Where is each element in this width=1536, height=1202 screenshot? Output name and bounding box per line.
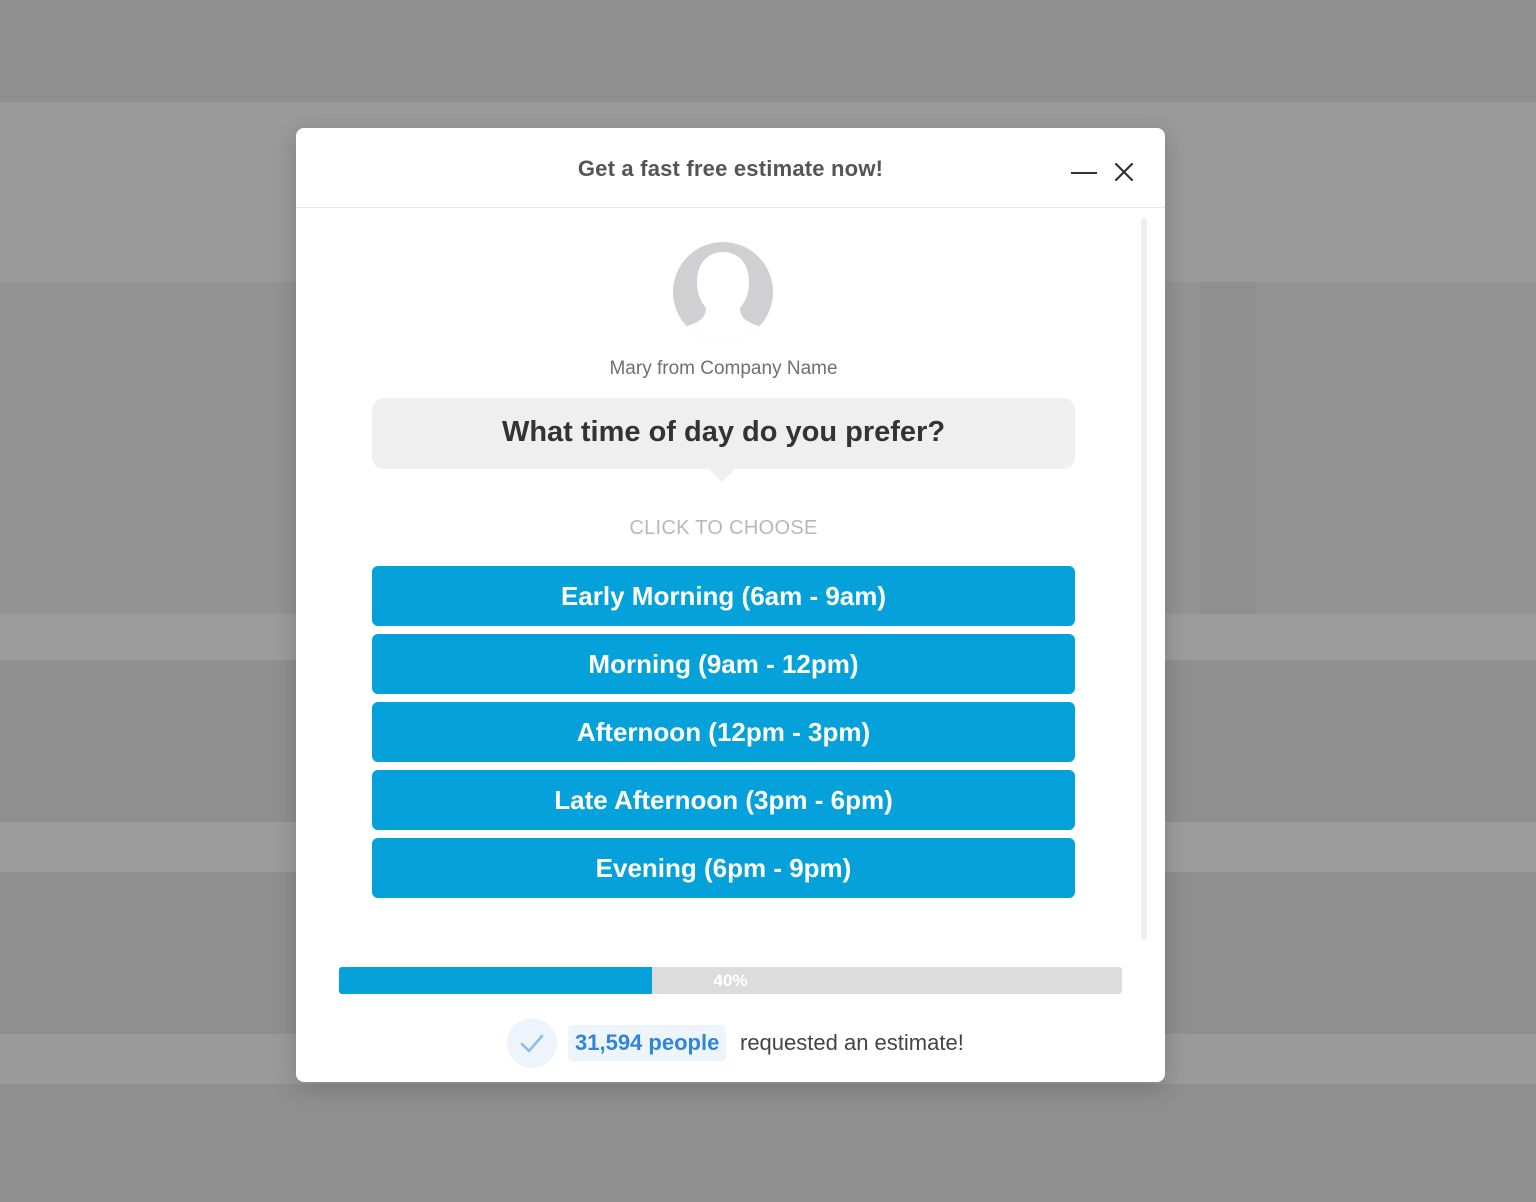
modal-header: Get a fast free estimate now!	[296, 128, 1165, 208]
user-silhouette-icon	[673, 242, 773, 342]
progress-bar: 40%	[339, 967, 1122, 994]
background-page-block	[1256, 282, 1536, 614]
option-list: Early Morning (6am - 9am) Morning (9am -…	[372, 566, 1075, 906]
request-count: 31,594 people	[568, 1025, 727, 1061]
modal-title: Get a fast free estimate now!	[577, 156, 884, 181]
agent-name: Mary from Company Name	[609, 358, 838, 379]
option-afternoon-button[interactable]: Afternoon (12pm - 3pm)	[372, 702, 1075, 762]
question-text: What time of day do you prefer?	[501, 416, 946, 448]
estimate-modal: Get a fast free estimate now! Mary from …	[296, 128, 1165, 1082]
bubble-tail	[708, 468, 736, 482]
minimize-icon[interactable]	[1071, 172, 1097, 174]
option-early-morning-button[interactable]: Early Morning (6am - 9am)	[372, 566, 1075, 626]
request-message: requested an estimate!	[740, 1030, 964, 1055]
choose-label: CLICK TO CHOOSE	[629, 517, 818, 539]
close-icon[interactable]	[1112, 160, 1136, 184]
progress-label: 40%	[713, 971, 748, 990]
checkmark-icon	[507, 1018, 557, 1068]
option-evening-button[interactable]: Evening (6pm - 9pm)	[372, 838, 1075, 898]
scrollbar[interactable]	[1141, 218, 1147, 940]
option-late-afternoon-button[interactable]: Late Afternoon (3pm - 6pm)	[372, 770, 1075, 830]
social-proof: 31,594 people requested an estimate!	[296, 1018, 1165, 1068]
option-morning-button[interactable]: Morning (9am - 12pm)	[372, 634, 1075, 694]
question-bubble: What time of day do you prefer?	[372, 398, 1075, 469]
